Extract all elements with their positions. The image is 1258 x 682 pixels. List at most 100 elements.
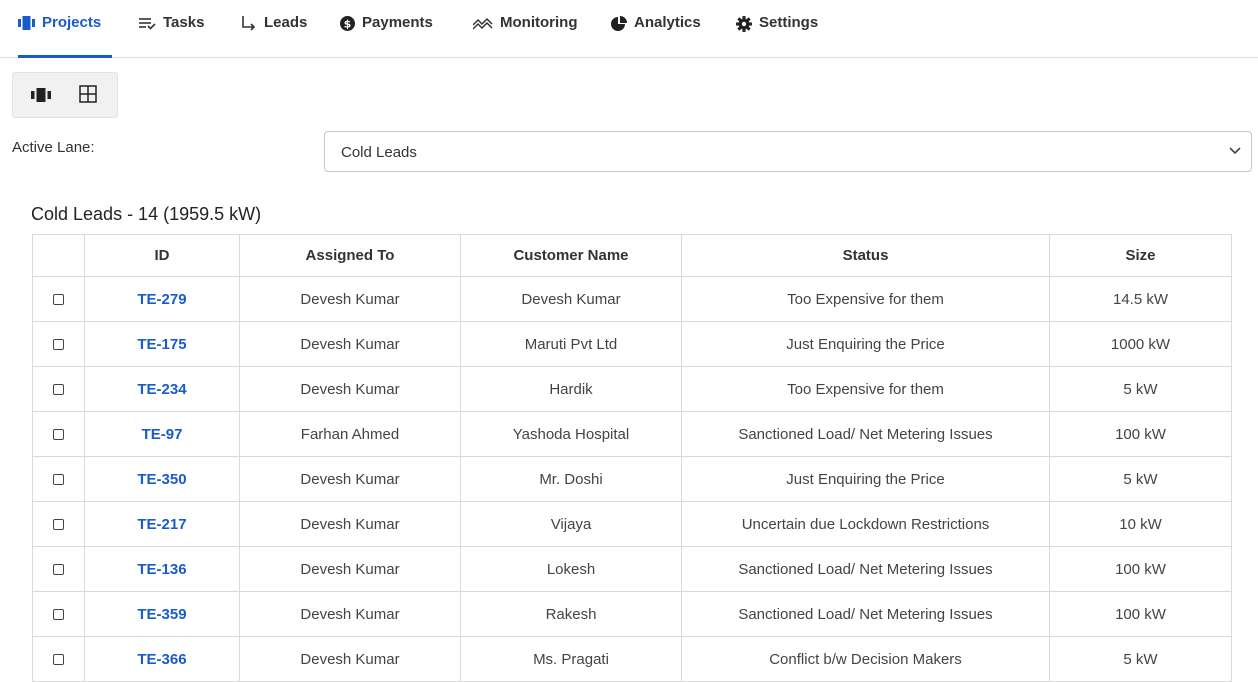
id-cell: TE-350	[84, 456, 240, 502]
row-checkbox[interactable]	[53, 654, 64, 666]
customer-name-cell: Rakesh	[460, 591, 682, 637]
table-row[interactable]: TE-234 Devesh Kumar Hardik Too Expensive…	[32, 366, 1232, 412]
id-cell: TE-97	[84, 411, 240, 457]
tab-label: Tasks	[163, 14, 205, 31]
customer-name-cell: Devesh Kumar	[460, 276, 682, 322]
row-checkbox[interactable]	[53, 339, 64, 351]
status-cell: Too Expensive for them	[681, 276, 1050, 322]
assigned-to-cell: Devesh Kumar	[239, 636, 461, 682]
status-cell: Just Enquiring the Price	[681, 321, 1050, 367]
analytics-icon	[611, 16, 627, 31]
table-row[interactable]: TE-175 Devesh Kumar Maruti Pvt Ltd Just …	[32, 321, 1232, 367]
assigned-to-cell: Farhan Ahmed	[239, 411, 461, 457]
row-checkbox[interactable]	[53, 519, 64, 531]
payments-icon: $	[340, 16, 355, 31]
grid-view-icon	[79, 85, 97, 103]
row-checkbox[interactable]	[53, 474, 64, 486]
status-column-header[interactable]: Status	[681, 234, 1050, 277]
row-select-cell	[32, 591, 85, 637]
row-checkbox[interactable]	[53, 564, 64, 576]
lead-id-link[interactable]: TE-136	[137, 561, 186, 578]
table-row[interactable]: TE-97 Farhan Ahmed Yashoda Hospital Sanc…	[32, 411, 1232, 457]
tab-analytics[interactable]: Analytics	[611, 14, 701, 58]
table-header-row: ID Assigned To Customer Name Status Size	[32, 234, 1232, 277]
tab-label: Payments	[362, 14, 433, 31]
status-cell: Conflict b/w Decision Makers	[681, 636, 1050, 682]
tab-leads[interactable]: Leads	[241, 14, 307, 58]
id-cell: TE-234	[84, 366, 240, 412]
tab-tasks[interactable]: Tasks	[139, 14, 204, 58]
id-column-header[interactable]: ID	[84, 234, 240, 277]
row-select-cell	[32, 276, 85, 322]
table-row[interactable]: TE-359 Devesh Kumar Rakesh Sanctioned Lo…	[32, 591, 1232, 637]
id-cell: TE-217	[84, 501, 240, 547]
customer-name-cell: Vijaya	[460, 501, 682, 547]
table-row[interactable]: TE-279 Devesh Kumar Devesh Kumar Too Exp…	[32, 276, 1232, 322]
customer-name-cell: Lokesh	[460, 546, 682, 592]
size-cell: 1000 kW	[1049, 321, 1232, 367]
lead-id-link[interactable]: TE-279	[137, 291, 186, 308]
id-cell: TE-175	[84, 321, 240, 367]
size-cell: 100 kW	[1049, 411, 1232, 457]
status-cell: Sanctioned Load/ Net Metering Issues	[681, 411, 1050, 457]
row-select-cell	[32, 411, 85, 457]
size-cell: 5 kW	[1049, 456, 1232, 502]
tab-settings[interactable]: Settings	[736, 14, 818, 58]
lead-id-link[interactable]: TE-97	[142, 426, 183, 443]
row-select-cell	[32, 366, 85, 412]
active-lane-select[interactable]: Cold Leads	[324, 131, 1252, 172]
tab-projects[interactable]: Projects	[18, 14, 112, 58]
row-checkbox[interactable]	[53, 384, 64, 396]
svg-text:$: $	[344, 18, 352, 31]
settings-icon	[736, 16, 752, 32]
row-select-cell	[32, 546, 85, 592]
customer-name-column-header[interactable]: Customer Name	[460, 234, 682, 277]
status-cell: Sanctioned Load/ Net Metering Issues	[681, 546, 1050, 592]
size-cell: 5 kW	[1049, 636, 1232, 682]
view-toggle	[12, 72, 118, 118]
lead-id-link[interactable]: TE-175	[137, 336, 186, 353]
row-checkbox[interactable]	[53, 294, 64, 306]
chevron-down-icon	[1229, 147, 1241, 155]
row-checkbox[interactable]	[53, 429, 64, 441]
assigned-to-cell: Devesh Kumar	[239, 456, 461, 502]
customer-name-cell: Mr. Doshi	[460, 456, 682, 502]
assigned-to-column-header[interactable]: Assigned To	[239, 234, 461, 277]
active-lane-label: Active Lane:	[12, 139, 95, 156]
lead-id-link[interactable]: TE-234	[137, 381, 186, 398]
customer-name-cell: Hardik	[460, 366, 682, 412]
size-column-header[interactable]: Size	[1049, 234, 1232, 277]
table-row[interactable]: TE-217 Devesh Kumar Vijaya Uncertain due…	[32, 501, 1232, 547]
table-row[interactable]: TE-136 Devesh Kumar Lokesh Sanctioned Lo…	[32, 546, 1232, 592]
table-row[interactable]: TE-350 Devesh Kumar Mr. Doshi Just Enqui…	[32, 456, 1232, 502]
kanban-view-button[interactable]	[31, 85, 53, 105]
grid-view-button[interactable]	[79, 85, 101, 105]
tab-payments[interactable]: $ Payments	[340, 14, 433, 58]
table-row[interactable]: TE-366 Devesh Kumar Ms. Pragati Conflict…	[32, 636, 1232, 682]
assigned-to-cell: Devesh Kumar	[239, 366, 461, 412]
id-cell: TE-279	[84, 276, 240, 322]
id-cell: TE-359	[84, 591, 240, 637]
row-select-cell	[32, 321, 85, 367]
assigned-to-cell: Devesh Kumar	[239, 501, 461, 547]
top-nav: Projects Tasks Leads $ Payments Monitori…	[0, 0, 1258, 58]
tasks-icon	[139, 18, 156, 30]
tab-monitoring[interactable]: Monitoring	[473, 14, 577, 58]
size-cell: 100 kW	[1049, 546, 1232, 592]
assigned-to-cell: Devesh Kumar	[239, 276, 461, 322]
lead-id-link[interactable]: TE-366	[137, 651, 186, 668]
id-cell: TE-136	[84, 546, 240, 592]
lead-id-link[interactable]: TE-217	[137, 516, 186, 533]
leads-table: ID Assigned To Customer Name Status Size…	[32, 234, 1232, 682]
lead-id-link[interactable]: TE-359	[137, 606, 186, 623]
tab-label: Leads	[264, 14, 308, 31]
select-column-header	[32, 234, 85, 277]
assigned-to-cell: Devesh Kumar	[239, 591, 461, 637]
customer-name-cell: Ms. Pragati	[460, 636, 682, 682]
row-select-cell	[32, 456, 85, 502]
size-cell: 5 kW	[1049, 366, 1232, 412]
status-cell: Uncertain due Lockdown Restrictions	[681, 501, 1050, 547]
row-checkbox[interactable]	[53, 609, 64, 621]
id-cell: TE-366	[84, 636, 240, 682]
lead-id-link[interactable]: TE-350	[137, 471, 186, 488]
